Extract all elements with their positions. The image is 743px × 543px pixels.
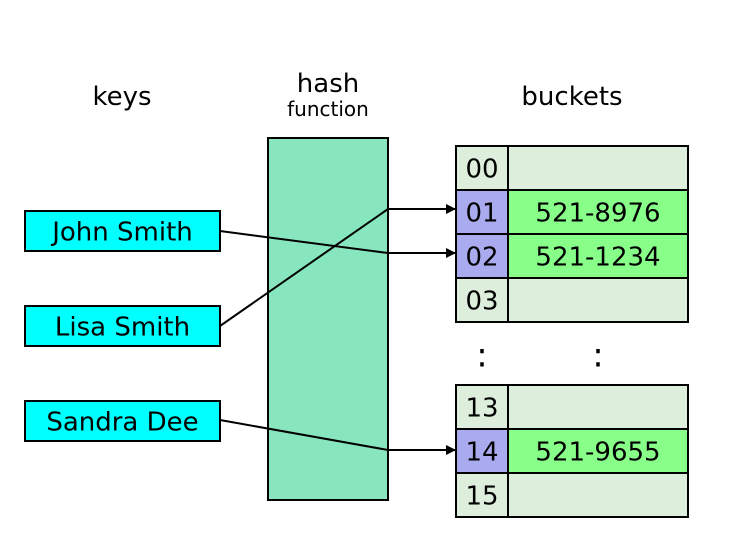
bucket-value-box: [508, 278, 688, 322]
bucket-index-label: 15: [465, 482, 498, 512]
header-hash: hash: [297, 69, 359, 99]
ellipsis-dots-idx: :: [476, 336, 487, 376]
bucket-value-box: [508, 473, 688, 517]
bucket-value-label: 521-1234: [535, 243, 660, 273]
bucket-value-box: [508, 385, 688, 429]
bucket-index-label: 02: [465, 243, 498, 273]
key-label: John Smith: [50, 218, 193, 248]
bucket-index-label: 01: [465, 199, 498, 229]
key-label: Sandra Dee: [46, 408, 198, 438]
hash-function-box: [268, 138, 388, 500]
header-buckets: buckets: [521, 82, 622, 112]
bucket-index-label: 14: [465, 438, 498, 468]
ellipsis-dots-val: :: [592, 336, 603, 376]
bucket-value-label: 521-8976: [535, 199, 660, 229]
bucket-value-label: 521-9655: [535, 438, 660, 468]
bucket-value-box: [508, 146, 688, 190]
header-keys: keys: [92, 82, 151, 112]
bucket-index-label: 13: [465, 394, 498, 424]
bucket-index-label: 03: [465, 287, 498, 317]
key-label: Lisa Smith: [55, 313, 190, 343]
bucket-index-label: 00: [465, 155, 498, 185]
header-function: function: [287, 97, 369, 121]
